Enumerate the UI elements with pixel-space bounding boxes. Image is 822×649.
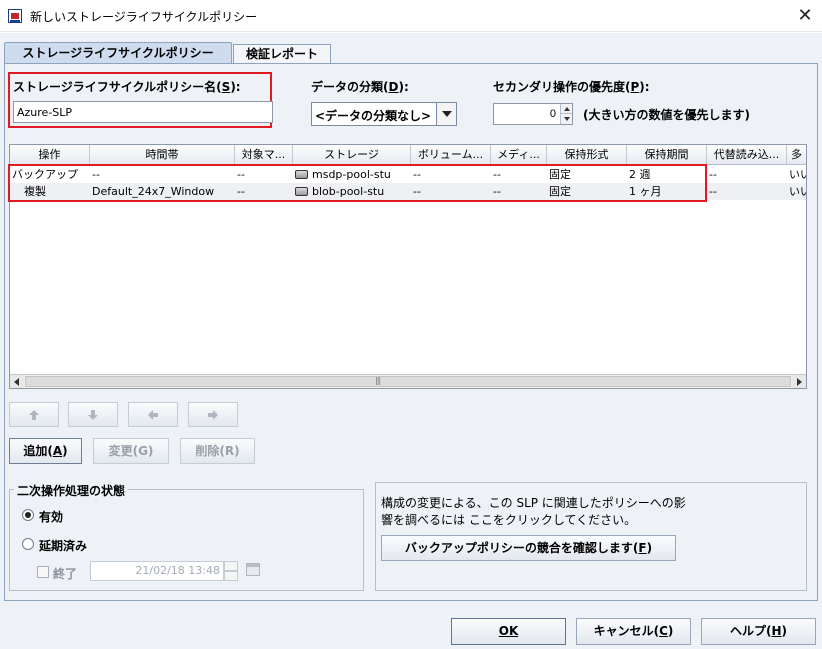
date-spin-down-icon[interactable] (224, 571, 238, 581)
data-class-select[interactable]: <データの分類なし> (311, 102, 457, 126)
scrollbar-grip: ||| (375, 376, 381, 385)
postponed-label: 延期済み (39, 539, 88, 553)
priority-spinner[interactable] (493, 103, 573, 125)
cell-alternate-read: -- (709, 185, 717, 198)
storage-disk-icon (295, 170, 308, 179)
column-header-retention-type[interactable]: 保持形式 (547, 145, 627, 165)
cell-operation: 複製 (24, 185, 46, 198)
cell-target: -- (237, 185, 245, 198)
move-up-button[interactable] (9, 402, 59, 427)
scroll-right-icon[interactable] (792, 375, 806, 388)
calendar-icon[interactable] (246, 563, 260, 576)
column-header-media[interactable]: メディ... (491, 145, 547, 165)
close-button[interactable]: ✕ (790, 2, 820, 30)
arrow-left-icon (148, 410, 158, 420)
tab-storage-lifecycle-policy[interactable]: ストレージライフサイクルポリシー (4, 42, 232, 64)
cell-retention-period: 2 週 (629, 168, 651, 181)
move-down-button[interactable] (68, 402, 118, 427)
enabled-label: 有効 (39, 510, 64, 524)
enabled-radio[interactable] (22, 509, 34, 521)
scroll-left-icon[interactable] (10, 375, 24, 388)
move-left-button[interactable] (128, 402, 178, 427)
arrow-up-icon (29, 410, 39, 420)
cancel-button[interactable]: キャンセル(C) (576, 618, 691, 645)
arrow-down-icon (88, 410, 98, 420)
arrow-right-icon (208, 410, 218, 420)
cell-retention-type: 固定 (549, 185, 571, 198)
end-checkbox[interactable] (37, 566, 49, 578)
cell-multi: いい (789, 185, 806, 198)
spin-down-icon[interactable] (560, 114, 572, 124)
change-button[interactable]: 変更(G) (93, 438, 169, 464)
priority-input[interactable] (494, 104, 560, 124)
priority-hint: (大きい方の数値を優先します) (583, 108, 750, 122)
slp-name-input[interactable] (13, 101, 273, 123)
move-right-button[interactable] (188, 402, 238, 427)
column-header-storage[interactable]: ストレージ (293, 145, 411, 165)
slp-name-label: ストレージライフサイクルポリシー名(S): (13, 80, 241, 94)
spin-up-icon[interactable] (560, 104, 572, 114)
ok-button[interactable]: OK (451, 618, 566, 645)
end-date-field[interactable]: 21/02/18 13:48 (90, 561, 224, 581)
cell-alternate-read: -- (709, 168, 717, 181)
data-class-value: <データの分類なし> (315, 109, 432, 123)
cell-storage: msdp-pool-stu (293, 166, 411, 183)
impact-text-line2: 響を調べるには ここをクリックしてください。 (381, 513, 637, 527)
impact-text-line1: 構成の変更による、この SLP に関連したポリシーへの影 (381, 496, 686, 510)
column-header-volume[interactable]: ボリューム... (411, 145, 491, 165)
check-policy-conflict-button[interactable]: バックアップポリシーの競合を確認します(F) (381, 535, 676, 561)
column-header-window[interactable]: 時間帯 (90, 145, 235, 165)
scrollbar-thumb[interactable] (25, 376, 791, 387)
cell-retention-type: 固定 (549, 168, 571, 181)
column-header-alternate-read[interactable]: 代替読み込... (707, 145, 787, 165)
cell-multi: いい (789, 168, 806, 181)
cell-media: -- (493, 168, 501, 181)
cell-target: -- (237, 168, 245, 181)
column-header-operation[interactable]: 操作 (10, 145, 90, 165)
cell-storage: blob-pool-stu (293, 183, 411, 200)
column-header-multi[interactable]: 多 (787, 145, 806, 165)
column-header-retention-period[interactable]: 保持期間 (627, 145, 707, 165)
postponed-radio[interactable] (22, 538, 34, 550)
tab-validation-report[interactable]: 検証レポート (233, 44, 331, 64)
add-button[interactable]: 追加(A) (9, 438, 82, 464)
cell-volume: -- (413, 185, 421, 198)
help-button[interactable]: ヘルプ(H) (701, 618, 816, 645)
operations-table[interactable]: 操作 時間帯 対象マ... ストレージ ボリューム... メディ... 保持形式… (9, 144, 807, 389)
data-class-label: データの分類(D): (311, 80, 409, 94)
priority-label: セカンダリ操作の優先度(P): (493, 80, 650, 94)
cell-window: Default_24x7_Window (92, 185, 215, 198)
date-spin-up-icon[interactable] (224, 561, 238, 571)
window-title: 新しいストレージライフサイクルポリシー (30, 10, 258, 24)
cell-operation: バックアップ (12, 168, 78, 181)
end-label: 終了 (53, 567, 78, 581)
cell-volume: -- (413, 168, 421, 181)
cell-retention-period: 1 ヶ月 (629, 185, 662, 198)
cell-window: -- (92, 168, 100, 181)
chevron-down-icon[interactable] (436, 103, 456, 125)
delete-button[interactable]: 削除(R) (180, 438, 255, 464)
storage-disk-icon (295, 187, 308, 196)
horizontal-scrollbar[interactable]: ||| (10, 374, 806, 388)
column-header-target[interactable]: 対象マ... (235, 145, 293, 165)
app-icon (8, 9, 22, 23)
cell-media: -- (493, 185, 501, 198)
secondary-status-legend: 二次操作処理の状態 (14, 482, 129, 499)
